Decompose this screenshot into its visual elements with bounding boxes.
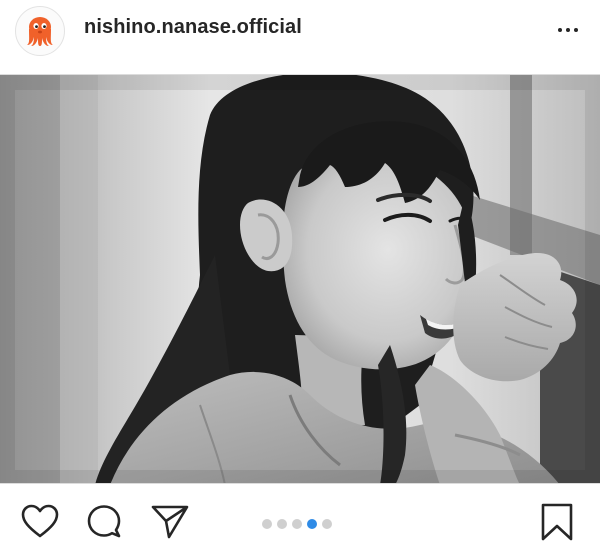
- profile-avatar[interactable]: [15, 6, 65, 56]
- orange-octopus-icon: [27, 17, 53, 46]
- carousel-indicator: [262, 519, 332, 529]
- heart-icon[interactable]: [20, 502, 60, 542]
- portrait-photo: [0, 75, 600, 483]
- paper-plane-icon[interactable]: [150, 502, 190, 542]
- more-dot: [558, 28, 562, 32]
- carousel-dot: [322, 519, 332, 529]
- instagram-post: nishino.nanase.official: [0, 0, 600, 547]
- carousel-dot-active: [307, 519, 317, 529]
- carousel-dot: [262, 519, 272, 529]
- more-options-icon[interactable]: [548, 16, 588, 44]
- post-header: nishino.nanase.official: [0, 0, 600, 68]
- carousel-dot: [277, 519, 287, 529]
- comment-icon[interactable]: [84, 502, 124, 542]
- post-action-bar: [0, 490, 600, 547]
- username-link[interactable]: nishino.nanase.official: [84, 16, 302, 39]
- more-dot: [574, 28, 578, 32]
- more-dot: [566, 28, 570, 32]
- bookmark-icon[interactable]: [537, 502, 577, 542]
- carousel-dot: [292, 519, 302, 529]
- post-photo[interactable]: [0, 74, 600, 484]
